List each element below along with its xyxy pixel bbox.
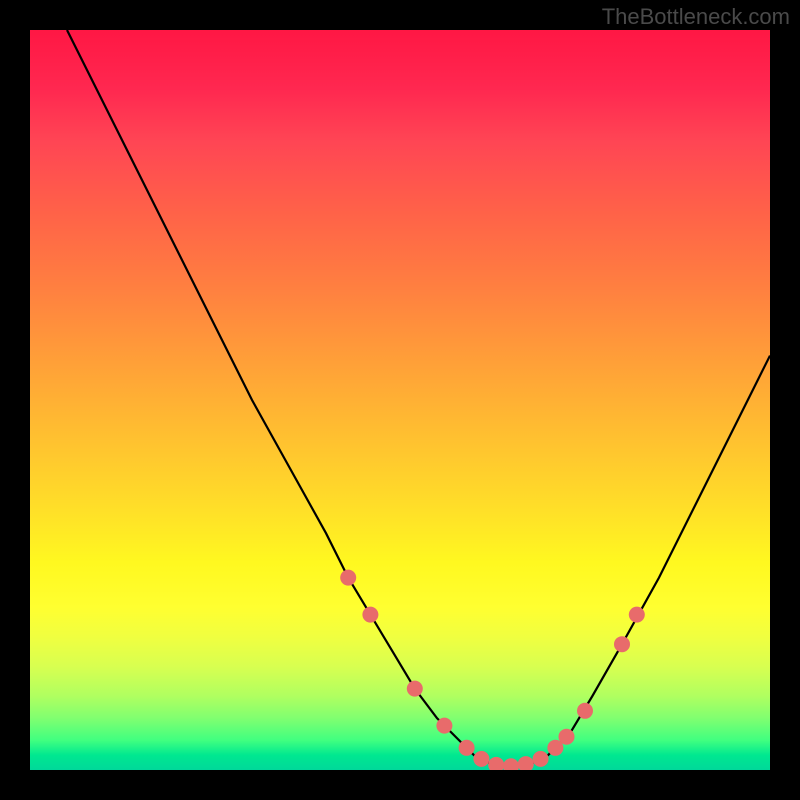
marker-point bbox=[473, 751, 489, 767]
marker-point bbox=[488, 757, 504, 770]
marker-point bbox=[629, 607, 645, 623]
marker-point bbox=[362, 607, 378, 623]
marker-point bbox=[614, 636, 630, 652]
marker-point bbox=[533, 751, 549, 767]
marker-point bbox=[407, 681, 423, 697]
marker-points bbox=[340, 570, 645, 770]
marker-point bbox=[503, 758, 519, 770]
chart-svg bbox=[30, 30, 770, 770]
attribution-text: TheBottleneck.com bbox=[602, 4, 790, 30]
bottleneck-curve bbox=[67, 30, 770, 766]
marker-point bbox=[340, 570, 356, 586]
marker-point bbox=[459, 740, 475, 756]
marker-point bbox=[518, 756, 534, 770]
plot-area bbox=[30, 30, 770, 770]
marker-point bbox=[436, 718, 452, 734]
marker-point bbox=[577, 703, 593, 719]
marker-point bbox=[559, 729, 575, 745]
